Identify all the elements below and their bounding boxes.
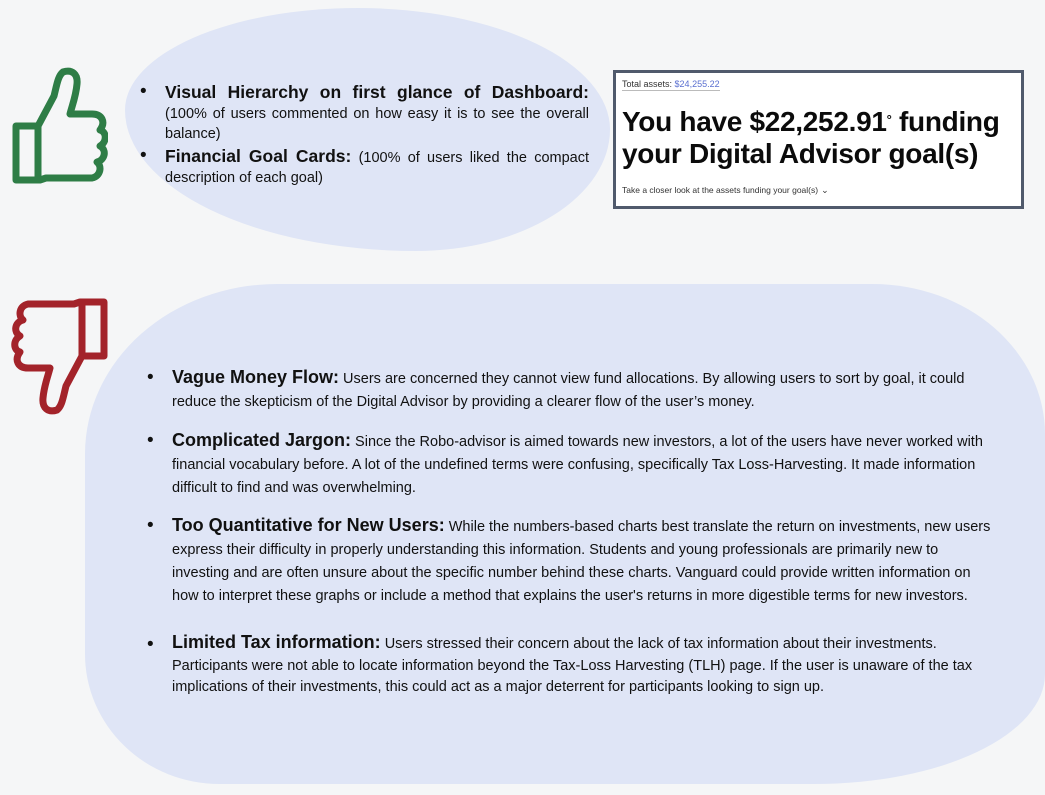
total-assets-value: $24,255.22 — [674, 79, 720, 89]
negative-item-quantitative: Too Quantitative for New Users: While th… — [147, 514, 992, 608]
funding-headline: You have $22,252.91° funding your Digita… — [622, 106, 1018, 170]
negative-feedback-list: Vague Money Flow: Users are concerned th… — [147, 366, 992, 699]
thumbs-down-icon — [11, 298, 108, 415]
closer-look-label: Take a closer look at the assets funding… — [622, 185, 819, 195]
total-assets-label: Total assets: — [622, 79, 673, 89]
headline-footnote-mark: ° — [886, 112, 892, 127]
item-title: Financial Goal Cards: — [165, 146, 352, 166]
item-title: Too Quantitative for New Users: — [172, 515, 445, 535]
positive-feedback-list: Visual Hierarchy on first glance of Dash… — [140, 82, 589, 190]
item-text: (100% of users commented on how easy it … — [165, 106, 589, 142]
chevron-down-icon: ⌄ — [821, 185, 829, 195]
item-title: Vague Money Flow: — [172, 367, 340, 387]
thumbs-up-icon — [12, 67, 108, 184]
negative-item-money-flow: Vague Money Flow: Users are concerned th… — [147, 366, 992, 414]
dashboard-screenshot: Total assets: $24,255.22 You have $22,25… — [613, 70, 1024, 209]
total-assets: Total assets: $24,255.22 — [622, 79, 720, 91]
headline-amount: You have $22,252.91 — [622, 106, 887, 137]
item-title: Limited Tax information: — [172, 632, 381, 652]
item-title: Complicated Jargon: — [172, 430, 352, 450]
positive-item-visual-hierarchy: Visual Hierarchy on first glance of Dash… — [140, 82, 589, 144]
closer-look-link[interactable]: Take a closer look at the assets funding… — [622, 185, 829, 196]
negative-item-jargon: Complicated Jargon: Since the Robo-advis… — [147, 429, 992, 500]
negative-item-tax-info: Limited Tax information: Users stressed … — [147, 632, 992, 699]
item-title: Visual Hierarchy on first glance of Dash… — [165, 82, 589, 102]
positive-item-goal-cards: Financial Goal Cards: (100% of users lik… — [140, 146, 589, 188]
